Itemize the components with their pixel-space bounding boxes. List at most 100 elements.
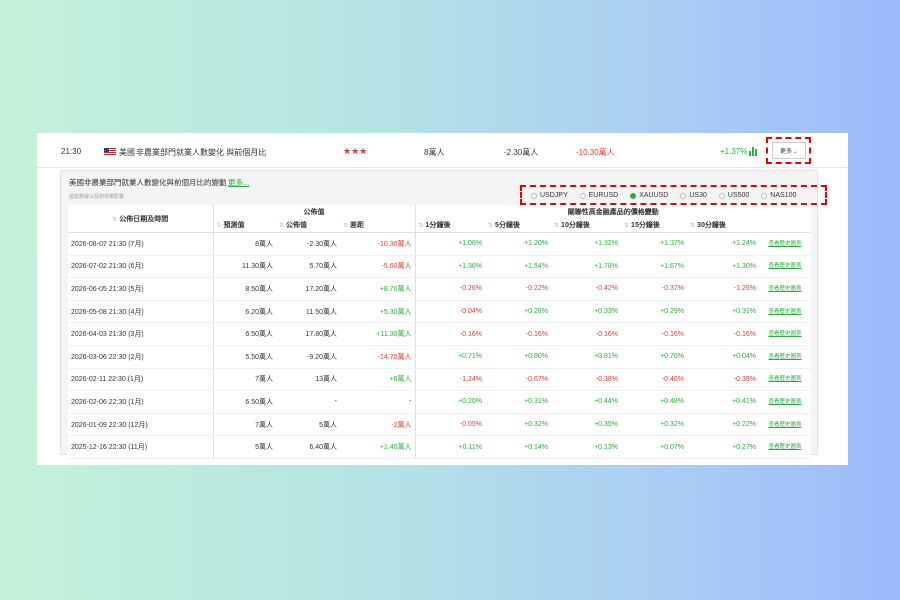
row-actual: 5.70萬人 (276, 255, 340, 279)
row-m5: -0.16% (485, 322, 552, 346)
header-diff[interactable]: ⇅ 差距 (340, 218, 416, 233)
event-country: 美國 (119, 148, 135, 157)
row-m5: -0.22% (485, 277, 552, 301)
header-30min[interactable]: ⇅ 30分鐘後 (687, 218, 760, 233)
row-m1: -0.16% (415, 322, 486, 346)
row-m10: -0.16% (551, 322, 622, 346)
row-forecast: 7萬人 (213, 413, 276, 437)
event-deviation: -10.30萬人 (576, 148, 615, 157)
header-blank (759, 218, 812, 233)
history-chart-label: 查看歷史圖表 (768, 376, 802, 383)
panel-more-link[interactable]: 更多... (228, 177, 249, 188)
row-m1: -0.04% (415, 300, 486, 324)
row-diff: -14.70萬人 (340, 345, 416, 369)
row-m10: -0.42% (551, 277, 622, 301)
row-actual: 17.80萬人 (276, 322, 340, 346)
panel-title: 美國非農業部門就業人數變化與前個月比的變動 (69, 178, 227, 187)
row-actual: 6.40萬人 (276, 435, 340, 459)
table-row: 2026-02-11 22:30 (1月) 7萬人 13萬人 +6萬人 -1.24% -0… (68, 368, 812, 392)
row-m30: +0.04% (687, 345, 760, 369)
row-m1: +0.11% (415, 435, 486, 459)
row-date: 2026-02-11 22:30 (1月) (68, 368, 214, 392)
event-title: 非農業部門就業人數變化 與前個月比 (136, 148, 267, 157)
row-m30: -0.35% (687, 368, 760, 392)
row-forecast: 6.50萬人 (213, 322, 276, 346)
row-m10: +0.13% (551, 435, 622, 459)
row-diff: +8.70萬人 (340, 277, 416, 301)
header-actual[interactable]: ⇅ 公佈值 (276, 218, 340, 233)
sort-icon: ⇅ (624, 223, 630, 229)
history-chart-label: 查看歷史圖表 (768, 285, 802, 292)
header-date-label: 公佈日期及時間 (119, 215, 169, 223)
row-actual: 11.50萬人 (276, 300, 340, 324)
header-forecast[interactable]: ⇅ 預測值 (213, 218, 276, 233)
row-forecast: 8萬人 (213, 232, 276, 256)
row-m1: +1.06% (415, 232, 486, 256)
history-chart-link[interactable]: 查看歷史圖表 (759, 277, 812, 301)
event-row[interactable]: 21:30 美國 非農業部門就業人數變化 與前個月比 ★★★ 8萬人 -2.30… (37, 133, 848, 168)
header-label: 1分鐘後 (425, 222, 451, 229)
history-chart-link[interactable]: 查看歷史圖表 (759, 368, 812, 392)
detail-panel: 美國非農業部門就業人數變化與前個月比的變動 更多... 過去數據以及對市場影響 … (60, 170, 818, 459)
row-diff: +1.40萬人 (340, 435, 416, 459)
history-chart-label: 查看歷史圖表 (768, 398, 802, 405)
history-chart-label: 查看歷史圖表 (768, 263, 802, 270)
header-10min[interactable]: ⇅ 10分鐘後 (551, 218, 622, 233)
row-m1: -0.26% (415, 277, 486, 301)
header-label: 10分鐘後 (561, 222, 590, 229)
row-m15: +0.07% (621, 435, 688, 459)
table-row: 2025-12-16 22:30 (11月) 5萬人 6.40萬人 +1.40萬人 +0… (68, 435, 812, 459)
header-label: 30分鐘後 (697, 222, 726, 229)
header-date[interactable]: ⇅ 公佈日期及時間 (68, 205, 214, 233)
row-forecast: 6.20萬人 (213, 300, 276, 324)
row-actual: -2.30萬人 (276, 232, 340, 256)
row-m10: -0.38% (551, 368, 622, 392)
history-chart-link[interactable]: 查看歷史圖表 (759, 322, 812, 346)
row-date: 2026-07-02 21:30 (6月) (68, 255, 214, 279)
more-button-highlight (766, 137, 811, 164)
history-chart-label: 查看歷史圖表 (768, 331, 802, 338)
row-diff: - (340, 390, 416, 414)
panel-note: 過去數據以及對市場影響 (69, 194, 125, 200)
row-diff: -5.60萬人 (340, 255, 416, 279)
history-chart-link[interactable]: 查看歷史圖表 (759, 232, 812, 256)
row-forecast: 8.50萬人 (213, 277, 276, 301)
row-m15: +0.48% (621, 390, 688, 414)
history-chart-label: 查看歷史圖表 (768, 308, 802, 315)
row-forecast: 11.30萬人 (213, 255, 276, 279)
header-15min[interactable]: ⇅ 15分鐘後 (621, 218, 688, 233)
row-actual: - (276, 390, 340, 414)
row-m5: +0.14% (485, 435, 552, 459)
importance-stars: ★★★ (343, 146, 368, 156)
history-chart-link[interactable]: 查看歷史圖表 (759, 390, 812, 414)
event-actual: -2.30萬人 (504, 148, 539, 157)
table-row: 2026-02-06 22:30 (1月) 6.50萬人 - - +0.20% +0.31… (68, 390, 812, 414)
history-chart-link[interactable]: 查看歷史圖表 (759, 435, 812, 459)
row-m15: +0.76% (621, 345, 688, 369)
history-table: ⇅ 公佈日期及時間 公佈值 關聯性高金融產品的價格變動 ⇅ 預測值 ⇅ 公佈值 ⇅ 差距… (68, 205, 812, 459)
row-diff: -2萬人 (340, 413, 416, 437)
row-actual: -9.20萬人 (276, 345, 340, 369)
row-m15: -0.37% (621, 277, 688, 301)
history-chart-link[interactable]: 查看歷史圖表 (759, 413, 812, 437)
row-m1: +0.71% (415, 345, 486, 369)
row-diff: +5.30萬人 (340, 300, 416, 324)
history-chart-link[interactable]: 查看歷史圖表 (759, 345, 812, 369)
history-chart-label: 查看歷史圖表 (768, 353, 802, 360)
row-m30: +0.22% (687, 413, 760, 437)
row-diff: -10.30萬人 (340, 232, 416, 256)
header-label: 預測值 (223, 222, 245, 229)
row-m30: +0.31% (687, 300, 760, 324)
history-chart-label: 查看歷史圖表 (768, 421, 802, 428)
row-date: 2026-03-06 22:30 (2月) (68, 345, 214, 369)
row-m10: +0.35% (551, 413, 622, 437)
history-chart-link[interactable]: 查看歷史圖表 (759, 255, 812, 279)
history-chart-link[interactable]: 查看歷史圖表 (759, 300, 812, 324)
sort-icon: ⇅ (279, 223, 285, 229)
header-1min[interactable]: ⇅ 1分鐘後 (415, 218, 486, 233)
row-m15: +1.67% (621, 255, 688, 279)
row-m15: +0.29% (621, 300, 688, 324)
row-m5: +1.54% (485, 255, 552, 279)
sort-icon: ⇅ (216, 223, 222, 229)
header-5min[interactable]: ⇅ 5分鐘後 (485, 218, 552, 233)
